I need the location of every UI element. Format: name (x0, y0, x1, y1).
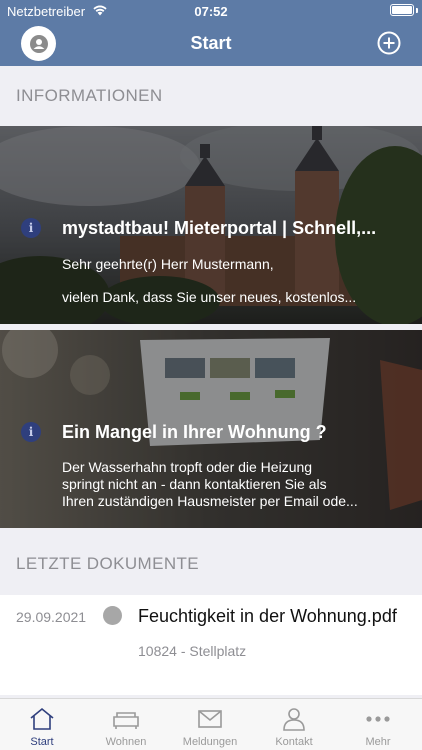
page-title: Start (190, 33, 232, 53)
tab-label: Meldungen (182, 736, 238, 748)
tab-label: Kontakt (275, 736, 313, 748)
status-dot-icon (103, 606, 122, 625)
document-name: Feuchtigkeit in der Wohnung.pdf (138, 606, 397, 626)
news-text-line: Sehr geehrte(r) Herr Mustermann, (62, 256, 274, 272)
navigation-bar: Netzbetreiber 07:52 Start (0, 0, 422, 66)
news-text-line: vielen Dank, dass Sie unser neues, koste… (62, 289, 357, 305)
clock: 07:52 (194, 4, 228, 19)
tab-label: Mehr (365, 736, 391, 748)
news-text-line: Ihren zuständigen Hausmeister per Email … (62, 493, 358, 509)
envelope-icon (198, 710, 222, 728)
tab-start[interactable]: Start (0, 699, 84, 750)
news-text-line: springt nicht an - dann kontaktieren Sie… (62, 476, 327, 492)
tab-bar: Start Wohnen Meldungen Kontakt Mehr (0, 698, 422, 750)
sofa-icon (113, 712, 139, 729)
document-subtitle: 10824 - Stellplatz (138, 643, 247, 659)
info-icon: i (21, 218, 41, 238)
battery-icon (390, 4, 414, 16)
tab-wohnen[interactable]: Wohnen (84, 699, 168, 750)
home-icon (30, 707, 54, 730)
news-content: i Ein Mangel in Ihrer Wohnung ? Der Wass… (0, 330, 422, 528)
tab-kontakt[interactable]: Kontakt (252, 699, 336, 750)
news-card[interactable]: i mystadtbau! Mieterportal | Schnell,...… (0, 126, 422, 324)
tab-mehr[interactable]: Mehr (336, 699, 420, 750)
tab-meldungen[interactable]: Meldungen (168, 699, 252, 750)
more-dots-icon (366, 716, 390, 722)
add-button[interactable] (377, 31, 401, 55)
document-row[interactable]: 29.09.2021 Feuchtigkeit in der Wohnung.p… (0, 595, 422, 695)
section-header-informationen: INFORMATIONEN (0, 66, 422, 126)
tab-label: Start (30, 736, 54, 748)
document-date: 29.09.2021 (16, 609, 87, 625)
person-icon (283, 708, 305, 731)
section-header-dokumente: LETZTE DOKUMENTE (0, 534, 422, 594)
tab-label: Wohnen (105, 736, 147, 748)
info-icon: i (21, 422, 41, 442)
news-title: Ein Mangel in Ihrer Wohnung ? (62, 422, 327, 442)
news-text-line: Der Wasserhahn tropft oder die Heizung (62, 459, 313, 475)
battery-tip (416, 8, 418, 13)
news-card[interactable]: i Ein Mangel in Ihrer Wohnung ? Der Wass… (0, 330, 422, 528)
news-title: mystadtbau! Mieterportal | Schnell,... (62, 218, 377, 238)
status-bar: Netzbetreiber 07:52 (0, 0, 422, 22)
document-list: 29.09.2021 Feuchtigkeit in der Wohnung.p… (0, 595, 422, 695)
news-content: i mystadtbau! Mieterportal | Schnell,...… (0, 126, 422, 324)
